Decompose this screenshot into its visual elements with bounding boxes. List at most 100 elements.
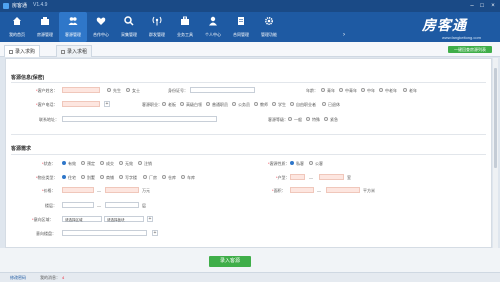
district-select[interactable]: 请选择区域 <box>62 216 102 222</box>
area-label: *面积： <box>272 188 286 193</box>
toolbar-item-broadcast[interactable]: 群发管理 <box>143 12 171 42</box>
add-community-icon[interactable]: + <box>152 230 158 236</box>
add-district-icon[interactable]: + <box>147 216 153 222</box>
status-radio[interactable] <box>119 161 123 165</box>
chevron-right-icon[interactable]: › <box>343 32 345 38</box>
add-phone-icon[interactable]: + <box>104 101 110 107</box>
toolbar-item-personal[interactable]: 个人中心 <box>199 12 227 42</box>
status-radio[interactable] <box>100 161 104 165</box>
level-radio[interactable] <box>324 117 328 121</box>
nature-radio[interactable] <box>309 161 313 165</box>
type-radio[interactable] <box>181 175 185 179</box>
type-option: 厂房 <box>149 175 157 180</box>
type-radio[interactable] <box>143 175 147 179</box>
address-input[interactable] <box>62 116 217 122</box>
toolbar-item-contracts[interactable]: 合同管理 <box>227 12 255 42</box>
area-max-input[interactable] <box>326 187 360 193</box>
tab-buy-entry[interactable]: 录入求购 <box>4 45 41 57</box>
maximize-icon[interactable]: □ <box>477 1 487 11</box>
toolbar-label: 管理功能 <box>261 32 277 37</box>
document-icon <box>9 49 13 54</box>
toolbar-item-collect[interactable]: 采集管理 <box>115 12 143 42</box>
level-radio[interactable] <box>306 117 310 121</box>
id-number-input[interactable] <box>190 87 255 93</box>
messages-label[interactable]: 我的消息： <box>40 275 60 281</box>
brand-logo: 房客通 www.fangkeitong.com <box>420 12 498 42</box>
toolbar-item-customers[interactable]: 客源管理 <box>59 12 87 42</box>
plate-select[interactable]: 请选择板块 <box>104 216 144 222</box>
vertical-scrollbar[interactable] <box>493 58 498 248</box>
type-radio[interactable] <box>100 175 104 179</box>
age-radio[interactable] <box>339 88 343 92</box>
community-input[interactable] <box>62 230 147 236</box>
area-min-input[interactable] <box>290 187 314 193</box>
name-input[interactable] <box>62 87 100 93</box>
status-radio[interactable] <box>81 161 85 165</box>
type-radio[interactable] <box>162 175 166 179</box>
layer-max-input[interactable] <box>105 202 139 208</box>
level-option: 一般 <box>294 117 302 122</box>
toolbar-item-tools[interactable]: 业务工具 <box>171 12 199 42</box>
tab-rent-entry[interactable]: 录入求租 <box>56 45 93 57</box>
job-radio[interactable] <box>290 102 294 106</box>
age-label: 年龄： <box>306 88 318 93</box>
new-query-button[interactable]: 一键回查房源列表 <box>448 46 492 53</box>
section-title-requirement: 客源需求 <box>11 146 32 152</box>
phone-input[interactable] <box>62 101 100 107</box>
job-radio[interactable] <box>232 102 236 106</box>
area-unit: 平方米 <box>363 188 375 193</box>
price-label: *价格： <box>42 188 56 193</box>
type-radio[interactable] <box>119 175 123 179</box>
job-radio[interactable] <box>322 102 326 106</box>
status-radio[interactable] <box>138 161 142 165</box>
gear-icon <box>264 16 274 26</box>
range-dash: — <box>317 188 321 193</box>
app-logo-icon <box>3 3 9 9</box>
toolbar-label: 合作中心 <box>93 32 109 37</box>
close-icon[interactable]: × <box>488 1 498 11</box>
scrollbar-thumb[interactable] <box>494 68 497 168</box>
job-label: 客源职业： <box>142 102 162 107</box>
status-option: 有效 <box>68 161 76 166</box>
toolbar-item-cooperation[interactable]: 合作中心 <box>87 12 115 42</box>
job-radio[interactable] <box>254 102 258 106</box>
gender-radio-male[interactable] <box>107 88 111 92</box>
age-radio[interactable] <box>361 88 365 92</box>
submit-customer-button[interactable]: 录入客源 <box>209 256 251 267</box>
toolbar-item-houses[interactable]: 房源管理 <box>31 12 59 42</box>
age-radio[interactable] <box>379 88 383 92</box>
job-radio[interactable] <box>180 102 184 106</box>
community-label: 意向楼盘： <box>36 231 56 236</box>
status-radio[interactable] <box>62 161 66 165</box>
gender-option: 先生 <box>113 88 121 93</box>
change-password-link[interactable]: 修改密码 <box>10 275 26 281</box>
nature-radio[interactable] <box>290 161 294 165</box>
layer-min-input[interactable] <box>62 202 94 208</box>
toolbar-item-admin[interactable]: 管理功能 <box>255 12 283 42</box>
gender-radio-female[interactable] <box>126 88 130 92</box>
price-max-input[interactable] <box>105 187 139 193</box>
tab-label: 录入求购 <box>15 49 36 55</box>
toolbar-label: 业务工具 <box>177 32 193 37</box>
minimize-icon[interactable]: – <box>467 1 477 11</box>
divider <box>11 82 486 83</box>
nature-label: *客源性质： <box>268 161 290 166</box>
level-radio[interactable] <box>288 117 292 121</box>
room-min-input[interactable] <box>290 174 305 180</box>
type-radio[interactable] <box>62 175 66 179</box>
layer-unit: 层 <box>142 203 146 208</box>
job-radio[interactable] <box>272 102 276 106</box>
age-option: 中青年 <box>345 88 357 93</box>
status-option: 预定 <box>87 161 95 166</box>
price-min-input[interactable] <box>62 187 94 193</box>
room-max-input[interactable] <box>319 174 344 180</box>
job-radio[interactable] <box>162 102 166 106</box>
type-radio[interactable] <box>81 175 85 179</box>
divider <box>11 154 486 155</box>
toolbar-item-home[interactable]: 我的首页 <box>3 12 31 42</box>
job-radio[interactable] <box>206 102 210 106</box>
age-radio[interactable] <box>403 88 407 92</box>
tab-bar: 录入求购 录入求租 一键回查房源列表 <box>0 42 500 57</box>
job-option: 学生 <box>278 102 286 107</box>
age-radio[interactable] <box>321 88 325 92</box>
